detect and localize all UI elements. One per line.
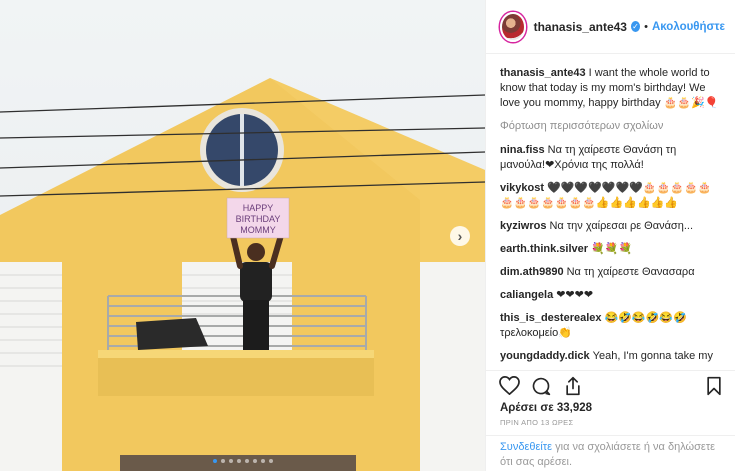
avatar[interactable] xyxy=(500,11,526,42)
next-photo-button[interactable]: › xyxy=(450,226,470,246)
photo-illustration: HAPPY BIRTHDAY MOMMY xyxy=(0,78,485,471)
comment-username[interactable]: vikykost xyxy=(500,182,544,194)
carousel-dot xyxy=(228,459,233,463)
comment-item: kyziwros Να την χαίρεσαι ρε Θανάση... xyxy=(500,219,723,234)
action-bar xyxy=(486,370,735,400)
comment-item: earth.think.silver 💐💐💐 xyxy=(500,242,723,257)
sign-line-2: BIRTHDAY xyxy=(236,214,281,224)
comment-username[interactable]: dim.ath9890 xyxy=(500,266,564,278)
comment-username[interactable]: youngdaddy.dick xyxy=(500,350,590,362)
comment-item: this_is_desterealex 😂🤣😂🤣😂🤣 τρελοκομείο👏 xyxy=(500,311,723,341)
comment-item: nina.fiss Να τη χαίρεστε Θανάση τη μανούλ… xyxy=(500,143,723,173)
comment-text: Να τη χαίρεστε Θανασαρα xyxy=(566,266,695,278)
post-timestamp: ΠΡΙΝ ΑΠΟ 13 ΩΡΕΣ xyxy=(500,418,574,427)
share-button[interactable] xyxy=(562,375,584,397)
carousel-dot xyxy=(236,459,241,463)
comment-button[interactable] xyxy=(530,375,552,397)
carousel-indicator xyxy=(0,459,485,463)
carousel-dot xyxy=(220,459,225,463)
share-icon xyxy=(566,376,580,395)
carousel-dot xyxy=(260,459,265,463)
carousel-dot xyxy=(244,459,249,463)
comment-username[interactable]: caliangela xyxy=(500,289,553,301)
follow-button[interactable]: Ακολουθήστε xyxy=(652,21,725,33)
comment-item: youngdaddy.dickYeah, I'm gonna take my h… xyxy=(500,349,723,364)
comment-username[interactable]: this_is_desterealex xyxy=(500,312,602,324)
bookmark-icon xyxy=(707,376,721,395)
likes-count[interactable]: Αρέσει σε 33,928 xyxy=(486,400,735,414)
comment-username[interactable]: kyziwros xyxy=(500,220,546,232)
sign-line-1: HAPPY xyxy=(243,203,274,213)
carousel-dot xyxy=(252,459,257,463)
comment-username[interactable]: nina.fiss xyxy=(500,144,545,156)
carousel-dot xyxy=(268,459,273,463)
comment-username[interactable]: earth.think.silver xyxy=(500,243,588,255)
save-button[interactable] xyxy=(703,375,725,397)
comment-text: ❤❤❤❤ xyxy=(556,289,594,301)
post-viewer: HAPPY BIRTHDAY MOMMY › thanasis_ante43 ✓… xyxy=(0,0,735,471)
post-side-panel: thanasis_ante43 ✓ • Ακολουθήστε thanasis… xyxy=(485,0,735,471)
header-separator: • xyxy=(644,20,648,33)
author-username[interactable]: thanasis_ante43 xyxy=(534,20,627,34)
verified-badge-icon: ✓ xyxy=(630,21,641,32)
login-link[interactable]: Συνδεθείτε xyxy=(500,441,552,453)
comment-icon xyxy=(532,377,551,395)
login-prompt: Συνδεθείτε για να σχολιάσετε ή να δηλώσε… xyxy=(486,435,735,471)
chevron-right-icon: › xyxy=(457,228,463,244)
carousel-dot xyxy=(212,459,217,463)
comment-item: caliangela ❤❤❤❤ xyxy=(500,288,723,303)
sign-line-3: MOMMY xyxy=(240,225,276,235)
like-button[interactable] xyxy=(498,375,520,397)
heart-icon xyxy=(498,376,520,395)
comment-item: vikykost 🖤🖤🖤🖤🖤🖤🖤🎂🎂🎂🎂🎂🎂🎂🎂🎂🎂🎂🎂👍👍👍👍👍👍 xyxy=(500,181,723,211)
comment-text: 💐💐💐 xyxy=(591,243,633,255)
comment-item: dim.ath9890 Να τη χαίρεστε Θανασαρα xyxy=(500,265,723,280)
post-photo[interactable]: HAPPY BIRTHDAY MOMMY › xyxy=(0,0,485,471)
comments-list: thanasis_ante43 I want the whole world to… xyxy=(486,54,735,364)
comment-item: thanasis_ante43 I want the whole world to… xyxy=(500,66,723,111)
comment-text: Να την χαίρεσαι ρε Θανάση... xyxy=(549,220,694,232)
comment-username[interactable]: thanasis_ante43 xyxy=(500,67,586,79)
load-more-comments[interactable]: Φόρτωση περισσότερων σχολίων xyxy=(500,119,723,134)
post-header: thanasis_ante43 ✓ • Ακολουθήστε xyxy=(486,0,735,54)
